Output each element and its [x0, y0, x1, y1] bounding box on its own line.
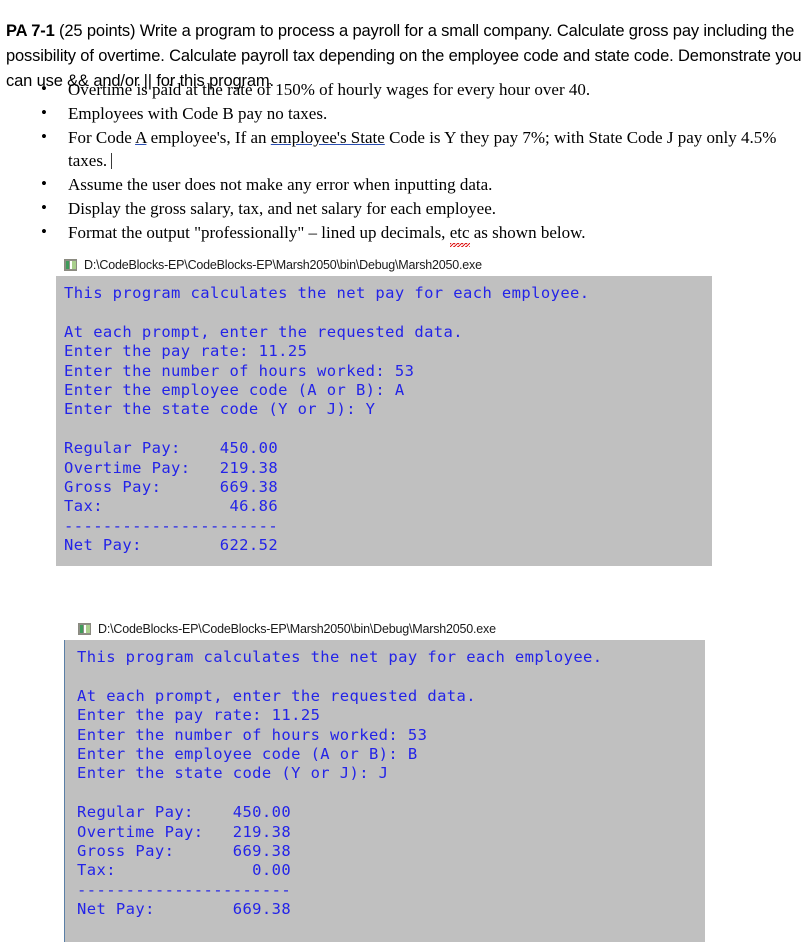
assignment-label: PA 7-1 — [6, 21, 55, 40]
list-item: • Assume the user does not make any error… — [30, 173, 800, 196]
console-line: Enter the employee code (A or B): A — [64, 381, 405, 400]
underlined-code-a: A — [135, 127, 147, 147]
console-line: Tax: 0.00 — [77, 861, 292, 880]
requirement-text: Assume the user does not make any error … — [68, 175, 493, 195]
codeblocks-console-icon — [64, 259, 77, 271]
console-line: Enter the number of hours worked: 53 — [64, 361, 415, 380]
console-line: ---------------------- — [77, 880, 292, 899]
list-item: • Employees with Code B pay no taxes. — [30, 102, 800, 125]
console-line: This program calculates the net pay for … — [77, 648, 603, 666]
console-line: Enter the employee code (A or B): B — [77, 745, 418, 764]
console-output-text: This program calculates the net pay for … — [64, 640, 705, 920]
console-line: At each prompt, enter the requested data… — [64, 322, 464, 341]
console-line: Enter the number of hours worked: 53 — [77, 725, 428, 744]
console-line: This program calculates the net pay for … — [64, 284, 590, 302]
underlined-employee-state-phrase: employee's State — [270, 127, 385, 147]
bullet-icon: • — [41, 221, 47, 241]
console-screenshot-run-a: D:\CodeBlocks-EP\CodeBlocks-EP\Marsh2050… — [56, 254, 712, 566]
console-titlebar: D:\CodeBlocks-EP\CodeBlocks-EP\Marsh2050… — [56, 254, 712, 276]
bullet-icon: • — [41, 174, 47, 194]
bullet-icon: • — [41, 79, 47, 98]
console-line: At each prompt, enter the requested data… — [77, 686, 477, 705]
console-screenshot-run-b: D:\CodeBlocks-EP\CodeBlocks-EP\Marsh2050… — [64, 618, 705, 942]
console-titlebar: D:\CodeBlocks-EP\CodeBlocks-EP\Marsh2050… — [64, 618, 705, 640]
console-output-area: This program calculates the net pay for … — [56, 276, 712, 566]
codeblocks-console-icon — [78, 623, 91, 635]
console-line: Tax: 46.86 — [64, 497, 279, 516]
window-left-border — [64, 640, 65, 942]
console-line: Overtime Pay: 219.38 — [77, 822, 292, 841]
console-line: Net Pay: 622.52 — [64, 536, 279, 555]
console-line: ---------------------- — [64, 516, 279, 535]
list-item: • Display the gross salary, tax, and net … — [30, 197, 800, 220]
requirements-list: • Overtime is paid at the rate of 150% of… — [30, 78, 800, 248]
requirement-text-mid: employee's, If an — [146, 127, 271, 147]
console-line: Regular Pay: 450.00 — [77, 803, 292, 822]
console-output-area: This program calculates the net pay for … — [64, 640, 705, 942]
console-line: Enter the state code (Y or J): Y — [64, 400, 376, 419]
list-item: • Overtime is paid at the rate of 150% of… — [30, 78, 800, 101]
requirement-text: Overtime is paid at the rate of 150% of … — [68, 80, 591, 99]
console-output-text: This program calculates the net pay for … — [56, 276, 712, 556]
bullet-icon: • — [41, 198, 47, 218]
console-line: Overtime Pay: 219.38 — [64, 458, 279, 477]
requirement-text: Display the gross salary, tax, and net s… — [68, 199, 496, 219]
requirement-text-lead: Format the output "professionally" – lin… — [68, 222, 450, 242]
console-clipped-edge — [56, 560, 712, 566]
console-line: Enter the pay rate: 11.25 — [77, 706, 321, 725]
spellcheck-misspelled-word: etc — [449, 221, 470, 248]
requirement-text: Employees with Code B pay no taxes. — [68, 103, 328, 123]
bullet-icon: • — [41, 126, 47, 146]
text-cursor-caret — [111, 153, 113, 170]
console-line: Enter the pay rate: 11.25 — [64, 342, 308, 361]
console-line: Regular Pay: 450.00 — [64, 439, 279, 458]
console-title-path: D:\CodeBlocks-EP\CodeBlocks-EP\Marsh2050… — [84, 258, 482, 272]
console-line: Gross Pay: 669.38 — [77, 842, 292, 861]
console-line: Enter the state code (Y or J): J — [77, 764, 389, 783]
requirement-text-tail: as shown below. — [469, 222, 586, 242]
bullet-icon: • — [41, 102, 47, 122]
list-item: • For Code A employee's, If an employee's… — [30, 126, 800, 173]
requirement-text-lead: For Code — [68, 127, 136, 147]
console-title-path: D:\CodeBlocks-EP\CodeBlocks-EP\Marsh2050… — [98, 622, 496, 636]
list-item: • Format the output "professionally" – li… — [30, 221, 800, 248]
console-line: Net Pay: 669.38 — [77, 900, 292, 919]
console-line: Gross Pay: 669.38 — [64, 478, 279, 497]
